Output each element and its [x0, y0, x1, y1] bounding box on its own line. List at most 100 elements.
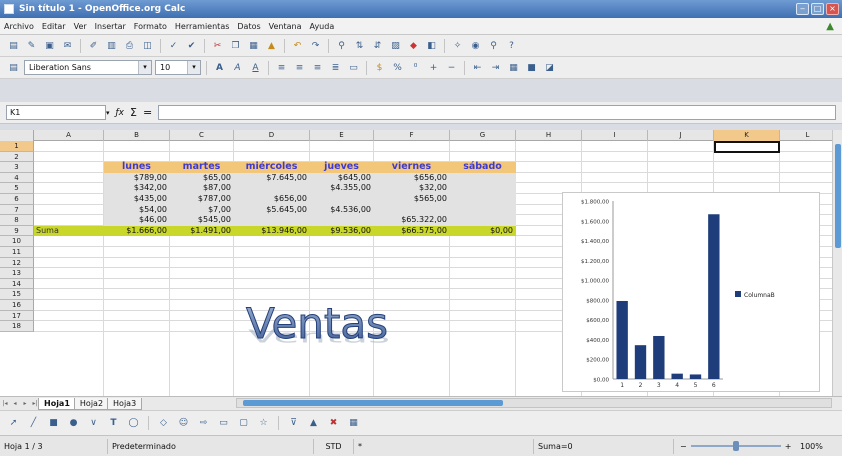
zoom-icon[interactable]: ⚲: [486, 38, 501, 53]
menu-ayuda[interactable]: Ayuda: [310, 22, 335, 31]
row-header-3[interactable]: 3: [0, 162, 34, 173]
row-header-6[interactable]: 6: [0, 194, 34, 205]
background-color-icon[interactable]: ■: [524, 60, 539, 75]
align-right-icon[interactable]: ≡: [310, 60, 325, 75]
basic-shapes-icon[interactable]: ◇: [156, 416, 171, 431]
cut-icon[interactable]: ✂: [210, 38, 225, 53]
zoom-out-icon[interactable]: −: [680, 442, 687, 451]
row-header-9[interactable]: 9: [0, 225, 34, 237]
draw-functions-icon[interactable]: ◆: [406, 38, 421, 53]
font-color-icon[interactable]: ◪: [542, 60, 557, 75]
sum-value-cell[interactable]: $0,00: [450, 226, 516, 237]
menu-archivo[interactable]: Archivo: [4, 22, 34, 31]
edit-mode-icon[interactable]: ✐: [86, 38, 101, 53]
zoom-knob[interactable]: [732, 441, 739, 451]
value-cell[interactable]: $7,00: [170, 205, 234, 216]
value-cell[interactable]: $656,00: [374, 173, 450, 184]
prev-sheet-icon[interactable]: ◂: [10, 400, 20, 407]
copy-icon[interactable]: ❐: [228, 38, 243, 53]
callout-tool-icon[interactable]: ◯: [126, 416, 141, 431]
name-box[interactable]: K1: [6, 105, 106, 120]
zoom-level[interactable]: 100%: [800, 442, 823, 451]
column-header-l[interactable]: L: [780, 130, 832, 141]
bold-icon[interactable]: A: [212, 60, 227, 75]
symbol-shapes-icon[interactable]: ☺: [176, 416, 191, 431]
column-header-h[interactable]: H: [516, 130, 582, 141]
close-button[interactable]: ×: [826, 3, 839, 15]
text-tool-icon[interactable]: T: [106, 416, 121, 431]
column-header-j[interactable]: J: [648, 130, 714, 141]
sum-value-cell[interactable]: $1.666,00: [104, 226, 170, 237]
row-header-14[interactable]: 14: [0, 278, 34, 290]
value-cell[interactable]: $645,00: [310, 173, 374, 184]
sheet-tab-hoja2[interactable]: Hoja2: [73, 397, 110, 410]
horizontal-scrollbar[interactable]: [236, 398, 832, 408]
row-header-12[interactable]: 12: [0, 257, 34, 269]
rectangle-tool-icon[interactable]: ■: [46, 416, 61, 431]
first-sheet-icon[interactable]: |◂: [0, 400, 10, 407]
value-cell[interactable]: [450, 194, 516, 205]
sheet-tab-hoja1[interactable]: Hoja1: [38, 397, 76, 410]
fontwork-gallery-icon[interactable]: ▲: [306, 416, 321, 431]
ellipse-tool-icon[interactable]: ●: [66, 416, 81, 431]
freeform-tool-icon[interactable]: ∨: [86, 416, 101, 431]
formula-input[interactable]: [158, 105, 836, 120]
value-cell[interactable]: $545,00: [170, 215, 234, 226]
value-cell[interactable]: $342,00: [104, 183, 170, 194]
row-header-5[interactable]: 5: [0, 183, 34, 194]
email-icon[interactable]: ✉: [60, 38, 75, 53]
value-cell[interactable]: $565,00: [374, 194, 450, 205]
value-cell[interactable]: $656,00: [234, 194, 310, 205]
next-sheet-icon[interactable]: ▸: [20, 400, 30, 407]
column-header-f[interactable]: F: [374, 130, 450, 141]
column-header-i[interactable]: I: [582, 130, 648, 141]
zoom-track[interactable]: [690, 441, 781, 451]
row-header-10[interactable]: 10: [0, 236, 34, 247]
minimize-button[interactable]: ‒: [796, 3, 809, 15]
gallery-icon[interactable]: ◧: [424, 38, 439, 53]
day-header-cell[interactable]: miércoles: [234, 162, 310, 173]
edit-file-icon[interactable]: ✎: [24, 38, 39, 53]
row-header-2[interactable]: 2: [0, 151, 34, 163]
value-cell[interactable]: $87,00: [170, 183, 234, 194]
undo-icon[interactable]: ↶: [290, 38, 305, 53]
value-cell[interactable]: $32,00: [374, 183, 450, 194]
chevron-down-icon[interactable]: ▾: [187, 61, 200, 74]
vertical-scrollbar[interactable]: [832, 130, 842, 396]
value-cell[interactable]: [234, 215, 310, 226]
function-icon[interactable]: =: [143, 106, 152, 119]
extrusion-icon[interactable]: ▦: [346, 416, 361, 431]
stars-icon[interactable]: ☆: [256, 416, 271, 431]
hyperlink-icon[interactable]: ⚲: [334, 38, 349, 53]
italic-icon[interactable]: A: [230, 60, 245, 75]
day-header-cell[interactable]: jueves: [310, 162, 374, 173]
day-header-cell[interactable]: lunes: [104, 162, 170, 173]
row-header-7[interactable]: 7: [0, 204, 34, 216]
column-header-b[interactable]: B: [104, 130, 170, 141]
sum-value-cell[interactable]: $1.491,00: [170, 226, 234, 237]
menu-editar[interactable]: Editar: [42, 22, 66, 31]
borders-icon[interactable]: ▦: [506, 60, 521, 75]
value-cell[interactable]: $4.355,00: [310, 183, 374, 194]
value-cell[interactable]: [450, 173, 516, 184]
format-paintbrush-icon[interactable]: ▲: [264, 38, 279, 53]
day-header-cell[interactable]: viernes: [374, 162, 450, 173]
block-arrows-icon[interactable]: ⇨: [196, 416, 211, 431]
sort-descending-icon[interactable]: ⇵: [370, 38, 385, 53]
underline-icon[interactable]: A: [248, 60, 263, 75]
redo-icon[interactable]: ↷: [308, 38, 323, 53]
row-header-17[interactable]: 17: [0, 310, 34, 322]
chart-icon[interactable]: ▨: [388, 38, 403, 53]
autospell-icon[interactable]: ✔: [184, 38, 199, 53]
wordart-ventas[interactable]: Ventas Ventas: [236, 292, 436, 356]
percent-format-icon[interactable]: %: [390, 60, 405, 75]
print-icon[interactable]: ⎙: [122, 38, 137, 53]
row-header-11[interactable]: 11: [0, 247, 34, 258]
select-arrow-icon[interactable]: ➚: [6, 416, 21, 431]
value-cell[interactable]: $7.645,00: [234, 173, 310, 184]
column-header-g[interactable]: G: [450, 130, 516, 141]
value-cell[interactable]: $65,00: [170, 173, 234, 184]
save-icon[interactable]: ▣: [42, 38, 57, 53]
zoom-slider[interactable]: − +: [674, 441, 794, 451]
value-cell[interactable]: $65.322,00: [374, 215, 450, 226]
